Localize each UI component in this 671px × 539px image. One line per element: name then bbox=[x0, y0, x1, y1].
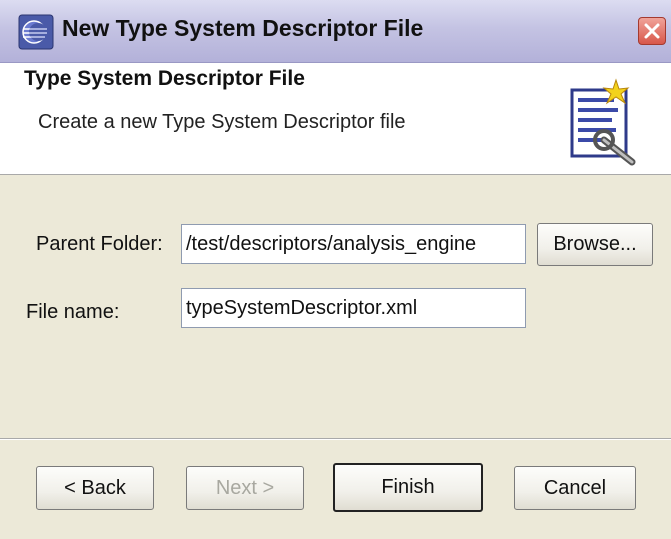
file-name-input[interactable] bbox=[181, 288, 526, 328]
next-button[interactable]: Next > bbox=[186, 466, 304, 510]
browse-button[interactable]: Browse... bbox=[537, 223, 653, 266]
cancel-button[interactable]: Cancel bbox=[514, 466, 636, 510]
close-icon bbox=[644, 23, 660, 39]
page-description: Create a new Type System Descriptor file bbox=[38, 111, 406, 133]
descriptor-wizard-icon bbox=[570, 78, 636, 166]
wizard-header: Type System Descriptor File Create a new… bbox=[0, 63, 671, 175]
wizard-window: New Type System Descriptor File Type Sys… bbox=[0, 0, 671, 539]
file-name-label: File name: bbox=[26, 301, 120, 323]
title-bar[interactable]: New Type System Descriptor File bbox=[0, 0, 671, 63]
eclipse-app-icon bbox=[18, 14, 54, 50]
window-title: New Type System Descriptor File bbox=[62, 15, 424, 41]
finish-button[interactable]: Finish bbox=[333, 463, 483, 512]
back-button[interactable]: < Back bbox=[36, 466, 154, 510]
page-title: Type System Descriptor File bbox=[24, 67, 305, 90]
close-button[interactable] bbox=[638, 17, 666, 45]
parent-folder-input[interactable] bbox=[181, 224, 526, 264]
parent-folder-label: Parent Folder: bbox=[36, 233, 163, 255]
button-bar-separator bbox=[0, 438, 671, 440]
